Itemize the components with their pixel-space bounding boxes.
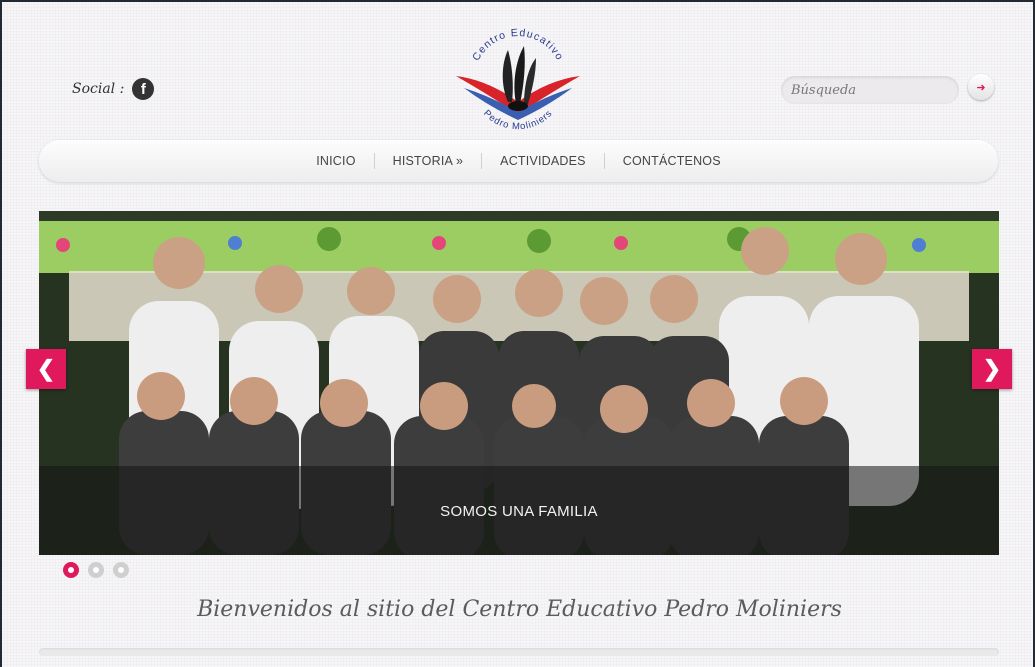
content-divider	[39, 648, 999, 656]
welcome-heading: Bienvenidos al sitio del Centro Educativ…	[197, 597, 842, 622]
slider-dot-1[interactable]	[63, 562, 79, 578]
slider-dot-3[interactable]	[113, 562, 129, 578]
chevron-left-icon: ❮	[36, 356, 56, 381]
slider-pagination	[63, 562, 129, 578]
slide-caption: SOMOS UNA FAMILIA	[39, 466, 999, 555]
slider-prev-button[interactable]: ❮	[26, 349, 66, 389]
nav-item-inicio[interactable]: INICIO	[298, 154, 373, 168]
facebook-icon[interactable]: f	[132, 78, 155, 100]
logo-top-text: Centro Educativo	[470, 27, 566, 63]
social-label: Social :	[72, 81, 125, 97]
search-input[interactable]	[781, 76, 959, 104]
slider-next-button[interactable]: ❯	[972, 349, 1012, 389]
slider-dot-2[interactable]	[88, 562, 104, 578]
site-logo[interactable]: Centro Educativo Pedro Moliniers	[452, 24, 584, 142]
main-nav: INICIO HISTORIA » ACTIVIDADES CONTÁCTENO…	[39, 140, 998, 182]
image-slider[interactable]: SOMOS UNA FAMILIA	[39, 211, 999, 555]
nav-item-historia[interactable]: HISTORIA »	[375, 154, 482, 168]
arrow-right-icon: ➜	[976, 81, 986, 94]
nav-item-contactenos[interactable]: CONTÁCTENOS	[605, 154, 739, 168]
nav-item-actividades[interactable]: ACTIVIDADES	[482, 154, 604, 168]
chevron-right-icon: ❯	[982, 356, 1002, 381]
search-button[interactable]: ➜	[968, 74, 994, 100]
social-links: Social : f	[72, 78, 155, 100]
